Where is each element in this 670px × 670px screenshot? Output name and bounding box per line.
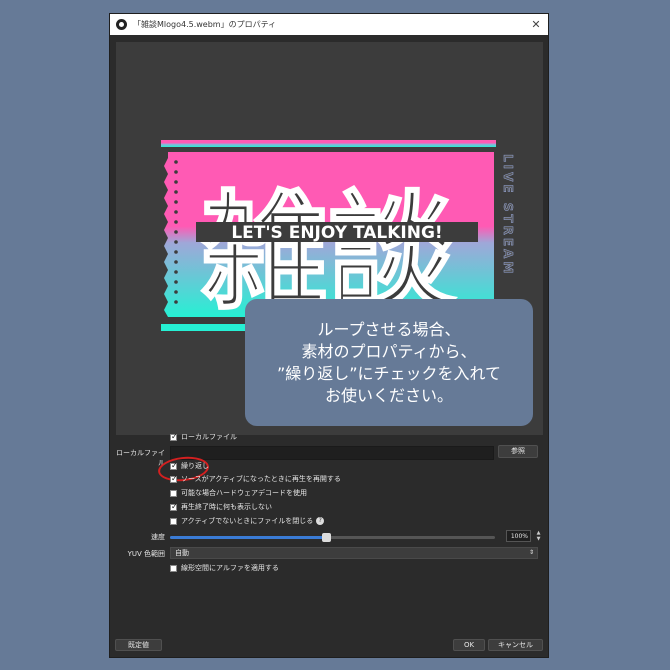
local-file-option[interactable]: ローカルファイル — [170, 432, 237, 442]
ticket-top-stripe — [161, 140, 496, 147]
restart-label: ソースがアクティブになったときに再生を再開する — [181, 475, 341, 483]
preview-side-text: LIVE STREAM — [501, 154, 515, 276]
loop-instruction-overlay: ループさせる場合、 素材のプロパティから、 ”繰り返し”にチェックを入れて お使… — [245, 299, 533, 426]
speed-label: 速度 — [151, 533, 165, 541]
chevron-updown-icon: ⇕ — [528, 549, 534, 556]
yuv-range-select[interactable]: 自動 ⇕ — [170, 547, 538, 559]
ticket-dots — [174, 160, 178, 304]
speed-slider-fill — [170, 536, 326, 539]
preview-tagline: LET'S ENJOY TALKING! — [231, 223, 442, 243]
option-linear-alpha[interactable]: 線形空間にアルファを適用する — [170, 563, 279, 573]
option-close-inactive[interactable]: アクティブでないときにファイルを閉じる? — [170, 516, 325, 526]
yuv-range-label: YUV 色範囲 — [127, 550, 165, 558]
ok-button[interactable]: OK — [453, 639, 485, 651]
hide-on-end-checkbox[interactable] — [170, 502, 178, 511]
hide-on-end-label: 再生終了時に何も表示しない — [181, 503, 272, 511]
hw-decode-checkbox[interactable] — [170, 489, 177, 497]
defaults-button[interactable]: 既定値 — [115, 639, 162, 651]
overlay-line-3: ”繰り返し”にチェックを入れて — [276, 363, 502, 383]
cancel-button[interactable]: キャンセル — [488, 639, 543, 651]
hw-decode-label: 可能な場合ハードウェアデコードを使用 — [181, 489, 307, 497]
option-loop[interactable]: 繰り返し — [170, 461, 209, 471]
speed-slider[interactable] — [170, 533, 495, 542]
linear-alpha-label: 線形空間にアルファを適用する — [181, 564, 279, 572]
yuv-range-value: 自動 — [175, 549, 189, 557]
option-restart-on-active[interactable]: ソースがアクティブになったときに再生を再開する — [170, 474, 341, 484]
close-inactive-checkbox[interactable] — [170, 517, 177, 525]
option-hide-on-end[interactable]: 再生終了時に何も表示しない — [170, 502, 272, 512]
overlay-line-1: ループさせる場合、 — [317, 319, 461, 339]
overlay-line-4: お使いください。 — [324, 385, 453, 405]
overlay-line-2: 素材のプロパティから、 — [301, 341, 477, 361]
option-hw-decode[interactable]: 可能な場合ハードウェアデコードを使用 — [170, 488, 307, 498]
local-file-checkbox[interactable] — [170, 432, 178, 441]
speed-spin-arrows[interactable]: ▲ ▼ — [534, 530, 543, 543]
close-inactive-label: アクティブでないときにファイルを閉じる — [181, 517, 314, 525]
loop-checkbox[interactable] — [170, 461, 178, 470]
local-file-label: ローカルファイル — [116, 449, 165, 467]
loop-label: 繰り返し — [181, 462, 209, 470]
title-bar: 「雑談Mlogo4.5.webm」のプロパティ ✕ — [110, 14, 548, 35]
linear-alpha-checkbox[interactable] — [170, 564, 177, 572]
browse-button[interactable]: 参照 — [498, 445, 538, 458]
restart-checkbox[interactable] — [170, 474, 178, 483]
speed-spinbox[interactable]: 100% — [506, 530, 531, 542]
window-title: 「雑談Mlogo4.5.webm」のプロパティ — [133, 20, 277, 29]
local-file-checkbox-label: ローカルファイル — [181, 433, 237, 441]
obs-icon — [116, 19, 127, 30]
speed-slider-handle[interactable] — [322, 533, 331, 542]
local-file-path-input[interactable] — [170, 446, 494, 460]
properties-window: 「雑談Mlogo4.5.webm」のプロパティ ✕ 雑談 LET'S ENJOY… — [109, 13, 549, 658]
close-button[interactable]: ✕ — [524, 18, 548, 31]
help-icon[interactable]: ? — [316, 517, 325, 525]
